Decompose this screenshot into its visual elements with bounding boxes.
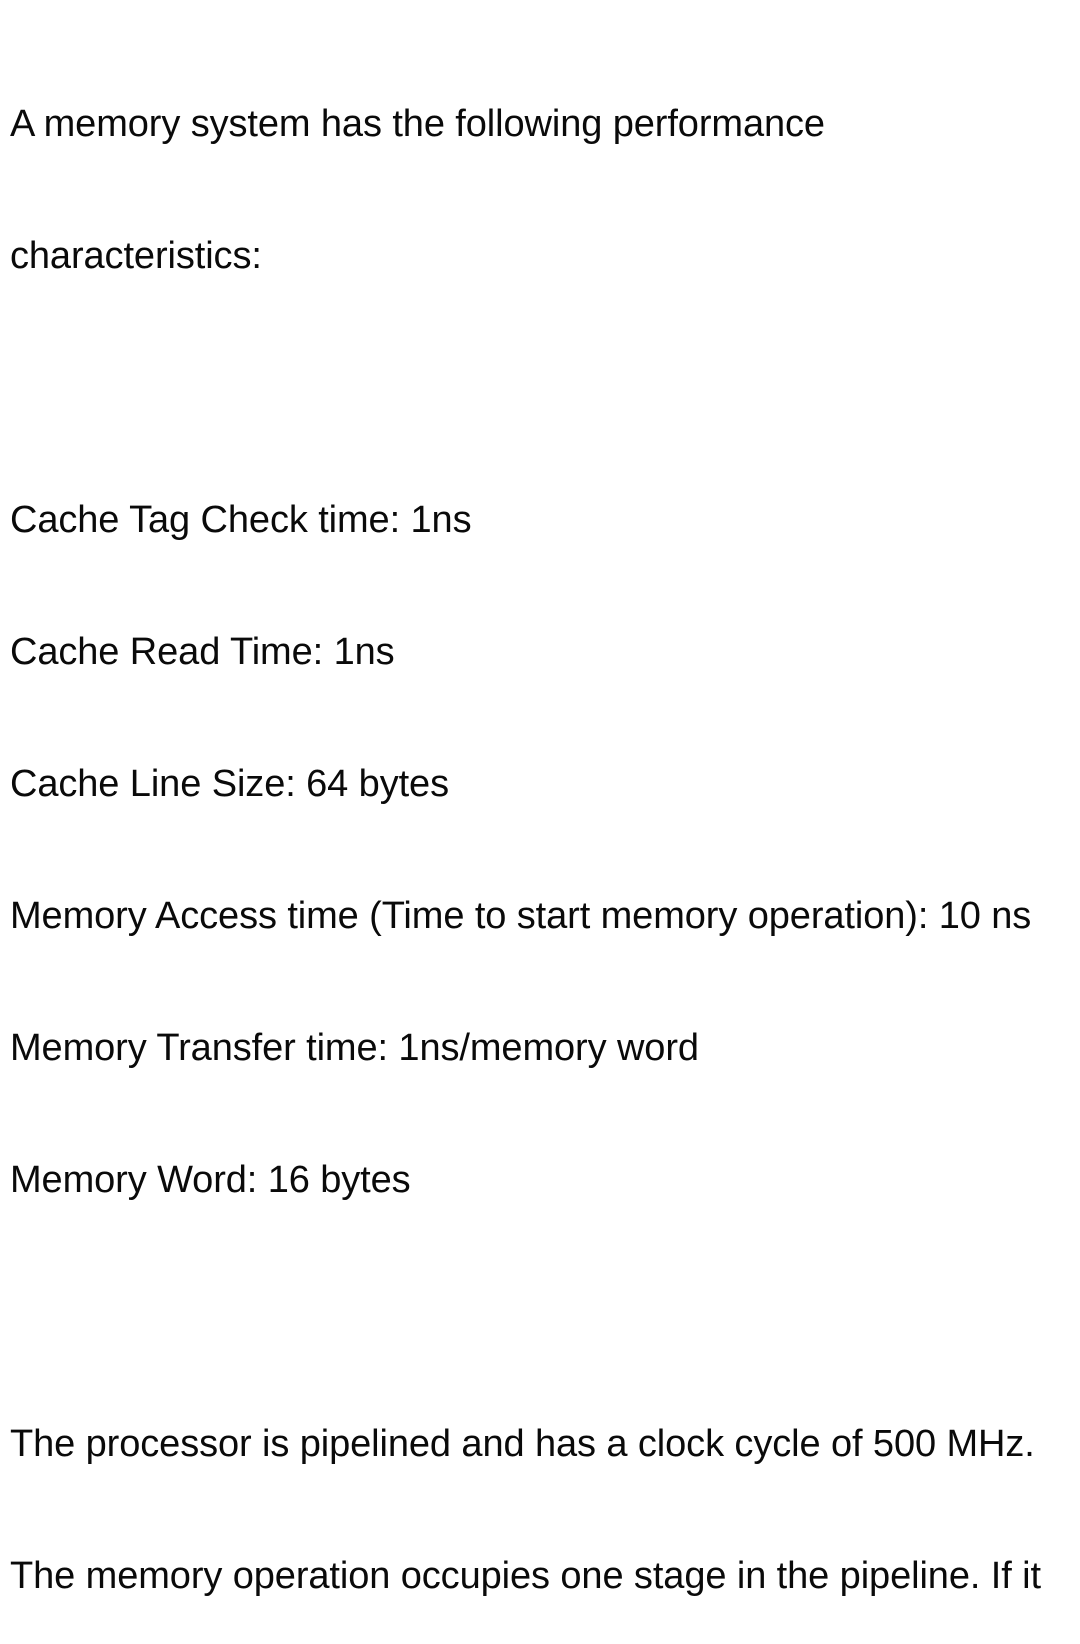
processor-line-1: The processor is pipelined and has a clo…: [10, 1423, 1035, 1465]
spec-line-cache-line-size: Cache Line Size: 64 bytes: [10, 763, 449, 805]
processor-paragraph: The processor is pipelined and has a clo…: [10, 1334, 1074, 1644]
spec-line-memory-word: Memory Word: 16 bytes: [10, 1159, 411, 1201]
spec-line-memory-transfer-time: Memory Transfer time: 1ns/memory word: [10, 1027, 699, 1069]
intro-line-2: characteristics:: [10, 235, 262, 277]
paragraph-spacer-2: [10, 1290, 1074, 1334]
paragraph-spacer-1: [10, 366, 1074, 410]
spec-line-memory-access-time: Memory Access time (Time to start memory…: [10, 895, 1032, 937]
processor-line-2: The memory operation occupies one stage …: [10, 1555, 1041, 1597]
spec-line-cache-read-time: Cache Read Time: 1ns: [10, 631, 395, 673]
intro-line-1: A memory system has the following perfor…: [10, 103, 825, 145]
intro-paragraph: A memory system has the following perfor…: [10, 14, 1074, 366]
spec-line-cache-tag-check-time: Cache Tag Check time: 1ns: [10, 499, 472, 541]
question-sheet: A memory system has the following perfor…: [0, 0, 1080, 1597]
specs-list: Cache Tag Check time: 1ns Cache Read Tim…: [10, 410, 1074, 1290]
